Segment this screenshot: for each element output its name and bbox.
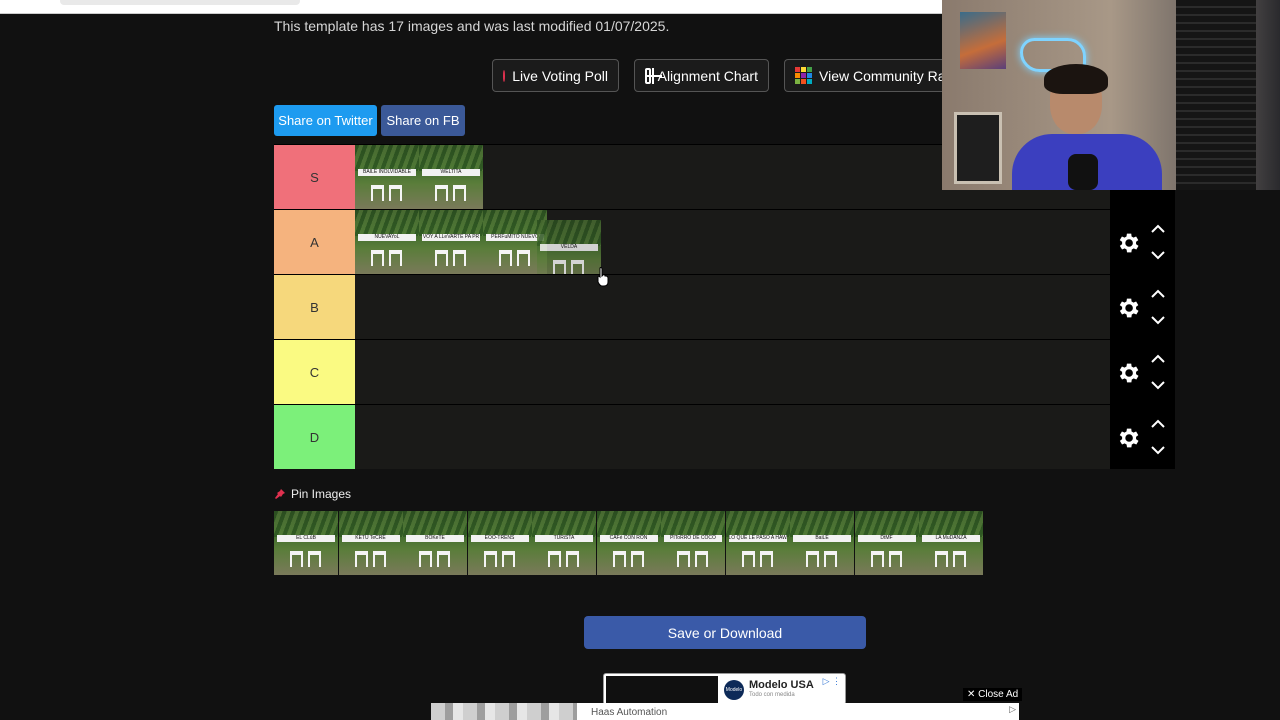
- move-down-chevron-icon[interactable]: [1150, 315, 1166, 325]
- tier-items-c[interactable]: [355, 340, 1110, 404]
- ad-banner-text: Haas Automation: [591, 707, 668, 718]
- ad-brand-name: Modelo USA: [749, 679, 814, 691]
- image-tile-caption: BAILE INOLVIDABLE: [358, 169, 416, 176]
- ad-banner[interactable]: Haas Automation ▷: [431, 703, 1019, 720]
- live-voting-poll-button[interactable]: Live Voting Poll: [492, 59, 619, 92]
- tier-label-b[interactable]: B: [274, 275, 355, 339]
- image-tile-caption: EOO-TRENS: [470, 535, 529, 542]
- ad-card[interactable]: Modelo Modelo USA Todo con medida ▷ ⋮: [603, 673, 846, 705]
- image-tile[interactable]: NUEVAYoL: [355, 210, 419, 274]
- wall-panel: [954, 112, 1002, 184]
- browser-url-bar: [0, 0, 942, 14]
- tier-controls-c: [1110, 340, 1175, 404]
- gear-icon[interactable]: [1115, 360, 1141, 386]
- microphone: [1068, 154, 1098, 190]
- image-tile-caption: VOY A LLeVARTE PA PR: [422, 234, 480, 241]
- ad-brand-sub: Todo con medida: [749, 692, 795, 698]
- move-up-chevron-icon[interactable]: [1150, 419, 1166, 429]
- ad-video: [606, 676, 718, 704]
- image-tile-caption: LO QUE LE PASÓ A HAWAii: [728, 535, 787, 542]
- pin-images-label: Pin Images: [291, 487, 352, 501]
- tier-row-d: D: [274, 404, 1175, 469]
- pin-images-toggle[interactable]: Pin Images: [274, 487, 351, 501]
- close-ad-button[interactable]: ✕ Close Ad: [963, 688, 1023, 701]
- tier-label-a[interactable]: A: [274, 210, 355, 274]
- tier-items-a[interactable]: NUEVAYoL VOY A LLeVARTE PA PR PERFuMITO NU…: [355, 210, 1110, 284]
- move-down-chevron-icon[interactable]: [1150, 250, 1166, 260]
- pushpin-icon: [275, 489, 285, 499]
- tier-label-s[interactable]: S: [274, 145, 355, 209]
- tier-list: S BAILE INOLVIDABLE WELTITA A NUEVAYoL VOY…: [274, 144, 1175, 471]
- move-down-chevron-icon[interactable]: [1150, 445, 1166, 455]
- view-community-rankings-label: View Community Ran: [819, 67, 942, 84]
- ad-choices-icon[interactable]: ▷ ⋮: [823, 676, 841, 687]
- image-tile[interactable]: BaiLE: [790, 511, 854, 575]
- gear-icon[interactable]: [1115, 230, 1141, 256]
- gear-icon[interactable]: [1115, 425, 1141, 451]
- image-tile-caption: BOKeTE: [406, 535, 464, 542]
- tier-row-b: B: [274, 274, 1175, 339]
- tier-label-c[interactable]: C: [274, 340, 355, 404]
- image-tile[interactable]: WELTITA: [419, 145, 483, 209]
- tier-row-c: C: [274, 339, 1175, 404]
- window-blinds: [1176, 0, 1256, 190]
- hand-cursor-icon: [597, 267, 609, 287]
- image-tile[interactable]: CAFé CON RON: [596, 511, 661, 575]
- share-facebook-button[interactable]: Share on FB: [381, 105, 465, 136]
- ad-choices-icon[interactable]: ▷: [1009, 704, 1016, 715]
- tier-controls-b: [1110, 275, 1175, 339]
- image-tile[interactable]: LA MuDANZA: [919, 511, 983, 575]
- image-tile-caption: BaiLE: [793, 535, 851, 542]
- image-tile-caption: PIToRRO DE COCO: [664, 535, 722, 542]
- move-up-chevron-icon[interactable]: [1150, 354, 1166, 364]
- webcam-overlay: [942, 0, 1280, 190]
- image-tile-caption: CAFé CON RON: [599, 535, 658, 542]
- image-tile-caption: VELDÁ: [540, 244, 598, 251]
- image-tile-caption: WELTITA: [422, 169, 480, 176]
- view-community-rankings-button[interactable]: View Community Ran: [784, 59, 942, 92]
- tier-row-a: A NUEVAYoL VOY A LLeVARTE PA PR PERFuMITO …: [274, 209, 1175, 284]
- move-down-chevron-icon[interactable]: [1150, 380, 1166, 390]
- image-tile[interactable]: EL CLúB: [274, 511, 338, 575]
- ad-brand-logo: Modelo: [724, 680, 744, 700]
- template-info: This template has 17 images and was last…: [274, 18, 670, 34]
- tier-label-d[interactable]: D: [274, 405, 355, 469]
- tier-items-d[interactable]: [355, 405, 1110, 469]
- tier-items-b[interactable]: [355, 275, 1110, 339]
- image-tile-caption: EL CLúB: [277, 535, 335, 542]
- image-tile[interactable]: BOKeTE: [403, 511, 467, 575]
- live-voting-poll-label: Live Voting Poll: [512, 67, 608, 84]
- image-tile-caption: DtMF: [857, 535, 916, 542]
- image-tile-caption: TURiSTA: [535, 535, 593, 542]
- image-tile[interactable]: TURiSTA: [532, 511, 596, 575]
- image-tile[interactable]: VOY A LLeVARTE PA PR: [419, 210, 483, 274]
- image-tile[interactable]: PIToRRO DE COCO: [661, 511, 725, 575]
- image-tile[interactable]: DtMF: [854, 511, 919, 575]
- gear-icon[interactable]: [1115, 295, 1141, 321]
- image-tile-caption: NUEVAYoL: [358, 234, 416, 241]
- color-mosaic-icon: [795, 67, 812, 84]
- wall-poster: [960, 12, 1006, 69]
- save-or-download-button[interactable]: Save or Download: [584, 616, 866, 649]
- share-twitter-button[interactable]: Share on Twitter: [274, 105, 377, 136]
- grid-icon: [645, 67, 661, 84]
- tier-controls-d: [1110, 405, 1175, 469]
- image-pool: EL CLúB KETU TeCRÉ BOKeTE EOO-TRENS TURiSTA C…: [274, 511, 983, 575]
- image-tile[interactable]: BAILE INOLVIDABLE: [355, 145, 419, 209]
- ad-banner-image: [431, 703, 577, 720]
- move-up-chevron-icon[interactable]: [1150, 289, 1166, 299]
- record-dot-icon: [503, 69, 506, 82]
- alignment-chart-label: Alignment Chart: [657, 67, 758, 84]
- close-ad-label: Close Ad: [978, 689, 1019, 700]
- streamer: [1012, 64, 1162, 190]
- image-tile-caption: LA MuDANZA: [922, 535, 980, 542]
- tier-controls-a: [1110, 210, 1175, 274]
- image-tile[interactable]: EOO-TRENS: [467, 511, 532, 575]
- image-tile[interactable]: LO QUE LE PASÓ A HAWAii: [725, 511, 790, 575]
- image-tile[interactable]: KETU TeCRÉ: [338, 511, 403, 575]
- image-tile-caption: KETU TeCRÉ: [341, 535, 400, 542]
- move-up-chevron-icon[interactable]: [1150, 224, 1166, 234]
- image-tile-caption: PERFuMITO NUEVO: [486, 234, 544, 241]
- alignment-chart-button[interactable]: Alignment Chart: [634, 59, 769, 92]
